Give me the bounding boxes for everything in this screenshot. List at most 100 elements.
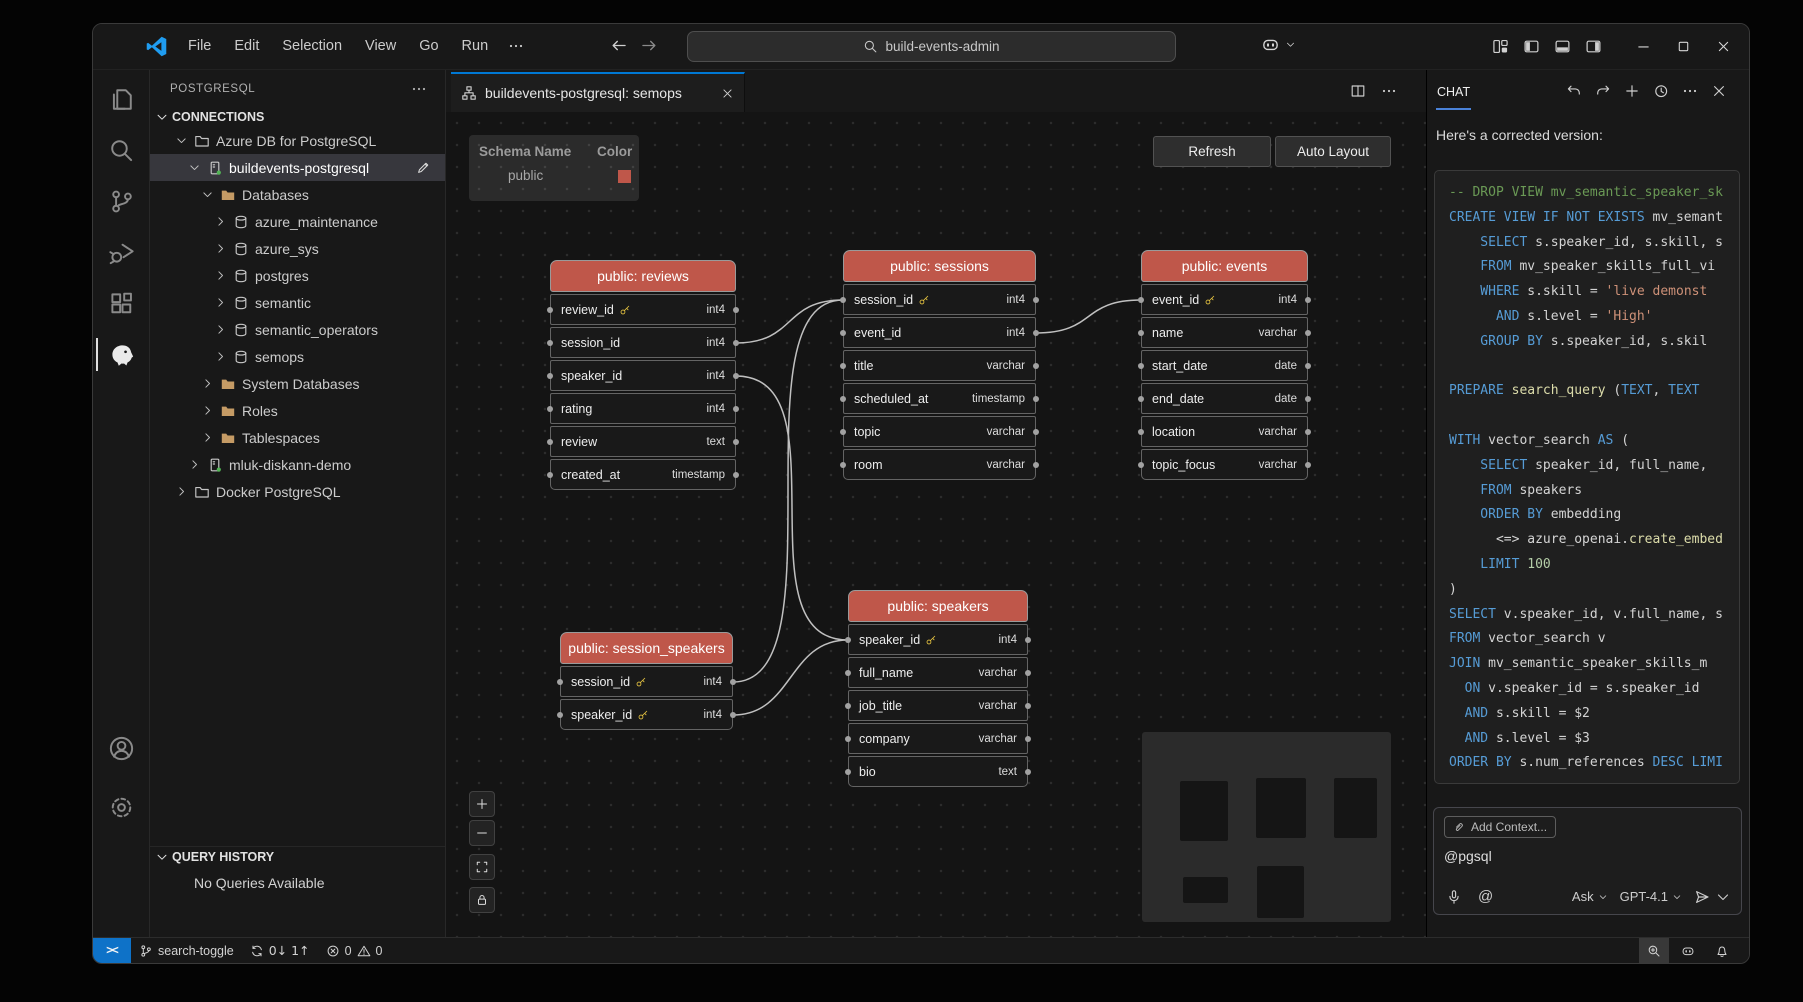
activity-source-control[interactable] [96,176,146,227]
activity-extensions[interactable] [96,278,146,329]
table-node-session_speakers[interactable]: public: session_speakerssession_idint4sp… [560,632,733,732]
chat-mode-dropdown[interactable]: Ask [1572,889,1608,904]
tree-item-azure-sys[interactable]: azure_sys [150,235,445,262]
tree-item-docker-postgresql[interactable]: Docker PostgreSQL [150,478,445,505]
menu-go[interactable]: Go [408,32,449,60]
chevron-down-icon[interactable] [174,134,188,147]
chat-tab[interactable]: CHAT [1436,73,1471,110]
notifications-button[interactable] [1707,938,1737,963]
query-history-header[interactable]: QUERY HISTORY [150,847,445,867]
activity-explorer[interactable] [96,74,146,125]
chevron-right-icon[interactable] [213,215,227,228]
undo-icon[interactable] [1566,83,1582,99]
menu-edit[interactable]: Edit [223,32,270,60]
menu-overflow-icon[interactable] [500,33,532,59]
problems-indicator[interactable]: 0 0 [318,938,391,963]
microphone-icon[interactable] [1446,889,1462,905]
chat-more-icon[interactable] [1682,83,1698,99]
chevron-right-icon[interactable] [213,242,227,255]
table-node-speakers[interactable]: public: speakersspeaker_idint4full_namev… [848,590,1028,789]
tree-item-system-databases[interactable]: System Databases [150,370,445,397]
zoom-in-button[interactable] [469,791,495,817]
relationship-edge[interactable] [733,300,843,682]
copilot-status-button[interactable] [1673,938,1703,963]
redo-icon[interactable] [1595,83,1611,99]
sync-indicator[interactable]: 0↓ 1↑ [242,938,318,963]
toggle-secondary-sidebar-icon[interactable] [1578,31,1609,62]
close-window-button[interactable] [1703,24,1743,69]
auto-layout-button[interactable]: Auto Layout [1275,136,1391,167]
chevron-down-icon[interactable] [200,188,214,201]
minimize-button[interactable] [1623,24,1663,69]
tree-item-buildevents-postgresql[interactable]: buildevents-postgresql [150,154,445,181]
copilot-badge[interactable] [1261,35,1296,54]
command-center-search[interactable]: build-events-admin [687,31,1176,62]
new-chat-icon[interactable] [1624,83,1640,99]
activity-settings[interactable] [96,782,146,833]
send-button[interactable] [1694,889,1731,905]
activity-run-and-debug[interactable] [96,227,146,278]
editor-more-icon[interactable] [1381,83,1397,99]
schema-diagram-canvas[interactable]: Schema Name Color public Refresh Auto La… [446,112,1426,937]
zoom-status-button[interactable] [1639,938,1669,963]
chevron-right-icon[interactable] [200,404,214,417]
close-panel-icon[interactable] [1711,83,1727,99]
chevron-right-icon[interactable] [187,458,201,471]
tree-item-postgres[interactable]: postgres [150,262,445,289]
tree-item-roles[interactable]: Roles [150,397,445,424]
table-header[interactable]: public: sessions [843,250,1036,282]
table-header[interactable]: public: session_speakers [560,632,733,664]
menu-file[interactable]: File [177,32,222,60]
refresh-button[interactable]: Refresh [1153,136,1271,167]
model-picker-dropdown[interactable]: GPT-4.1 [1620,889,1682,904]
tree-item-azure-maintenance[interactable]: azure_maintenance [150,208,445,235]
relationship-edge[interactable] [733,640,848,715]
toggle-sidebar-icon[interactable] [1516,31,1547,62]
edit-connection-icon[interactable] [416,160,431,175]
lock-button[interactable] [469,887,495,913]
table-header[interactable]: public: speakers [848,590,1028,622]
relationship-edge[interactable] [736,376,848,640]
table-node-events[interactable]: public: eventsevent_idint4namevarcharsta… [1141,250,1308,482]
chevron-right-icon[interactable] [200,431,214,444]
close-tab-icon[interactable] [721,87,734,100]
tree-item-mluk-diskann-demo[interactable]: mluk-diskann-demo [150,451,445,478]
table-header[interactable]: public: events [1141,250,1308,282]
menu-run[interactable]: Run [451,32,500,60]
diagram-minimap[interactable] [1142,732,1391,922]
add-context-button[interactable]: Add Context... [1444,816,1556,838]
tree-item-azure-db-for-postgresql[interactable]: Azure DB for PostgreSQL [150,127,445,154]
tree-item-databases[interactable]: Databases [150,181,445,208]
menu-selection[interactable]: Selection [271,32,353,60]
activity-postgresql[interactable] [96,329,146,380]
chat-input-box[interactable]: Add Context... @pgsql @ Ask GPT-4.1 [1433,807,1742,915]
activity-accounts[interactable] [96,723,146,774]
branch-indicator[interactable]: search-toggle [131,938,242,963]
relationship-edge[interactable] [736,300,843,343]
tree-item-tablespaces[interactable]: Tablespaces [150,424,445,451]
chevron-right-icon[interactable] [200,377,214,390]
back-arrow-icon[interactable] [609,36,628,55]
tree-item-semops[interactable]: semops [150,343,445,370]
chat-history-icon[interactable] [1653,83,1669,99]
chevron-right-icon[interactable] [174,485,188,498]
customize-layout-icon[interactable] [1485,31,1516,62]
table-node-sessions[interactable]: public: sessionssession_idint4event_idin… [843,250,1036,482]
zoom-out-button[interactable] [469,820,495,846]
chat-input-value[interactable]: @pgsql [1444,848,1731,864]
tree-item-semantic[interactable]: semantic [150,289,445,316]
remote-indicator[interactable]: >< [93,938,131,963]
chevron-right-icon[interactable] [213,296,227,309]
tab-schema-diagram[interactable]: buildevents-postgresql: semops [451,72,745,112]
activity-search[interactable] [96,125,146,176]
mention-icon[interactable]: @ [1478,888,1493,905]
table-node-reviews[interactable]: public: reviewsreview_idint4session_idin… [550,260,736,492]
table-header[interactable]: public: reviews [550,260,736,292]
chevron-right-icon[interactable] [213,323,227,336]
fit-view-button[interactable] [469,854,495,880]
split-editor-icon[interactable] [1350,83,1366,99]
chevron-down-icon[interactable] [187,161,201,174]
toggle-panel-icon[interactable] [1547,31,1578,62]
chevron-right-icon[interactable] [213,269,227,282]
menu-view[interactable]: View [354,32,407,60]
